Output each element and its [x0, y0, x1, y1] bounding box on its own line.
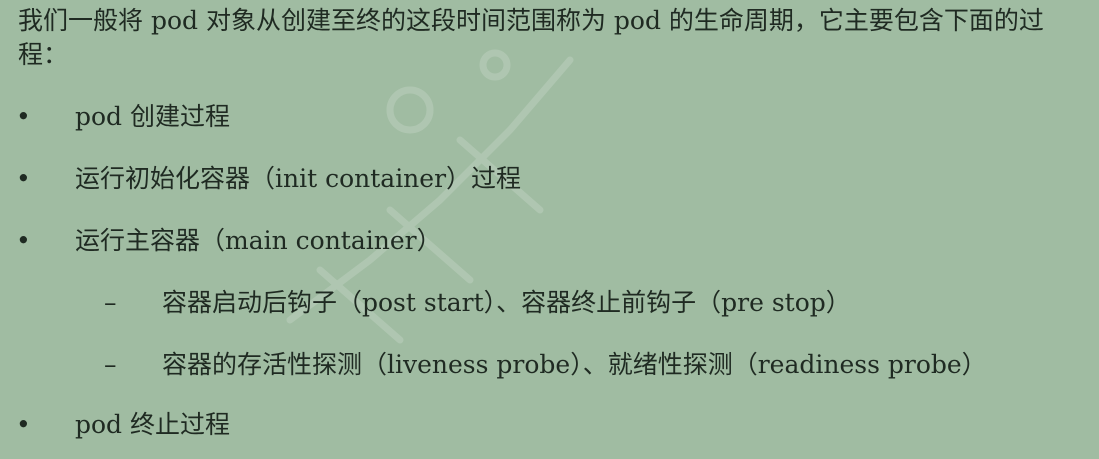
document-page: 我们一般将 pod 对象从创建至终的这段时间范围称为 pod 的生命周期，它主要… — [0, 0, 1099, 459]
bullet-marker: • — [16, 164, 31, 193]
dash-marker: – — [104, 350, 117, 379]
bullet-marker: • — [16, 102, 31, 131]
list-item-text: 容器的存活性探测（liveness probe）、就绪性探测（readiness… — [162, 350, 987, 379]
list-item-text: 运行初始化容器（init container）过程 — [75, 164, 522, 193]
lifecycle-list: • pod 创建过程 • 运行初始化容器（init container）过程 •… — [0, 0, 1099, 459]
bullet-marker: • — [16, 410, 31, 439]
list-item-text: pod 终止过程 — [75, 410, 231, 439]
list-item-text: 运行主容器（main container） — [75, 226, 442, 255]
list-item-text: 容器启动后钩子（post start）、容器终止前钩子（pre stop） — [162, 288, 851, 317]
bullet-marker: • — [16, 226, 31, 255]
dash-marker: – — [104, 288, 117, 317]
list-item-text: pod 创建过程 — [75, 102, 231, 131]
